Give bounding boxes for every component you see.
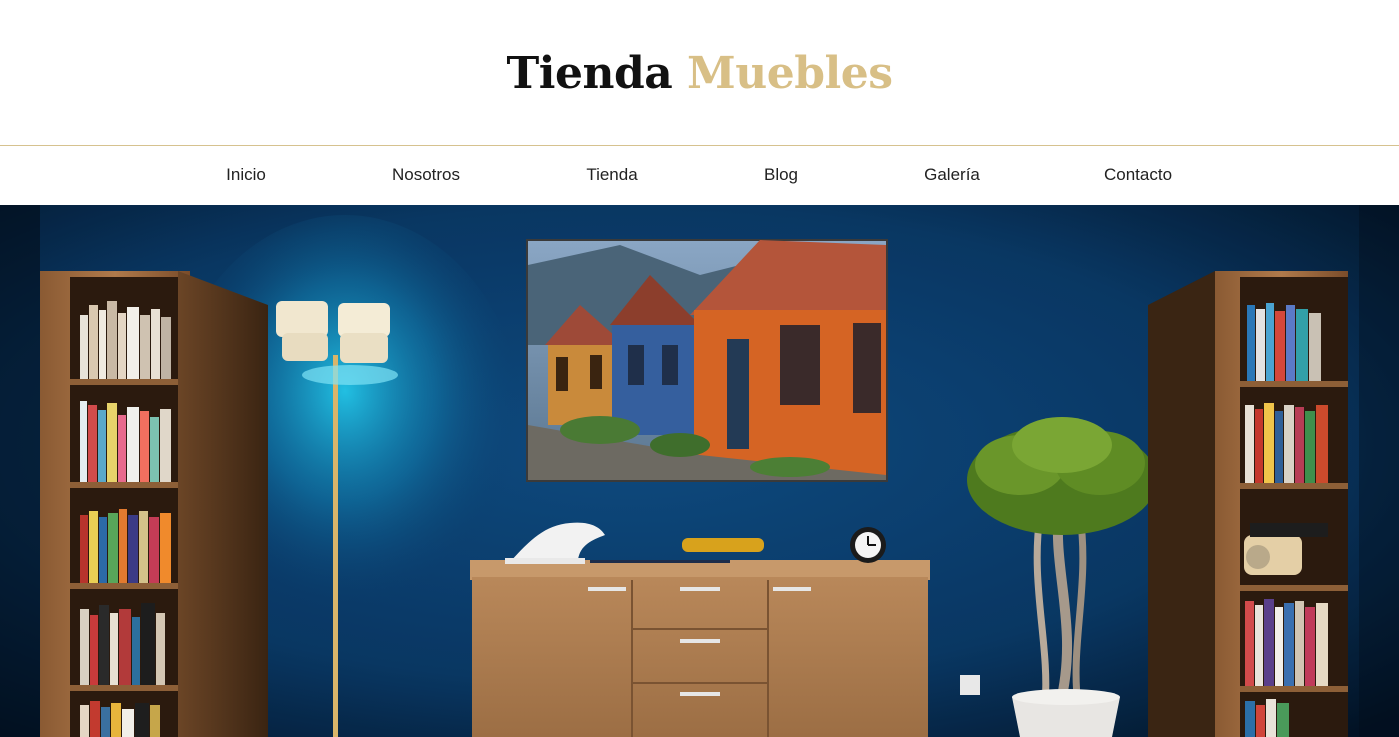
nav-item-tienda[interactable]: Tienda [586, 165, 637, 185]
wall-socket [960, 675, 980, 695]
logo-word-tienda: Tienda [506, 48, 673, 99]
logo-word-muebles: Muebles [687, 48, 893, 99]
living-room-illustration [0, 205, 1399, 737]
main-nav: Inicio Nosotros Tienda Blog Galería Cont… [0, 146, 1399, 205]
left-bookshelf [40, 271, 268, 737]
wall-painting [526, 239, 888, 482]
nav-item-contacto[interactable]: Contacto [1104, 165, 1172, 185]
hero-image [0, 205, 1399, 737]
site-header: Tienda Muebles [0, 0, 1399, 146]
nav-item-galeria[interactable]: Galería [924, 165, 980, 185]
nav-item-blog[interactable]: Blog [764, 165, 798, 185]
site-logo[interactable]: Tienda Muebles [507, 48, 893, 99]
right-bookshelf [1148, 271, 1348, 737]
nav-item-nosotros[interactable]: Nosotros [392, 165, 460, 185]
nav-item-inicio[interactable]: Inicio [226, 165, 266, 185]
